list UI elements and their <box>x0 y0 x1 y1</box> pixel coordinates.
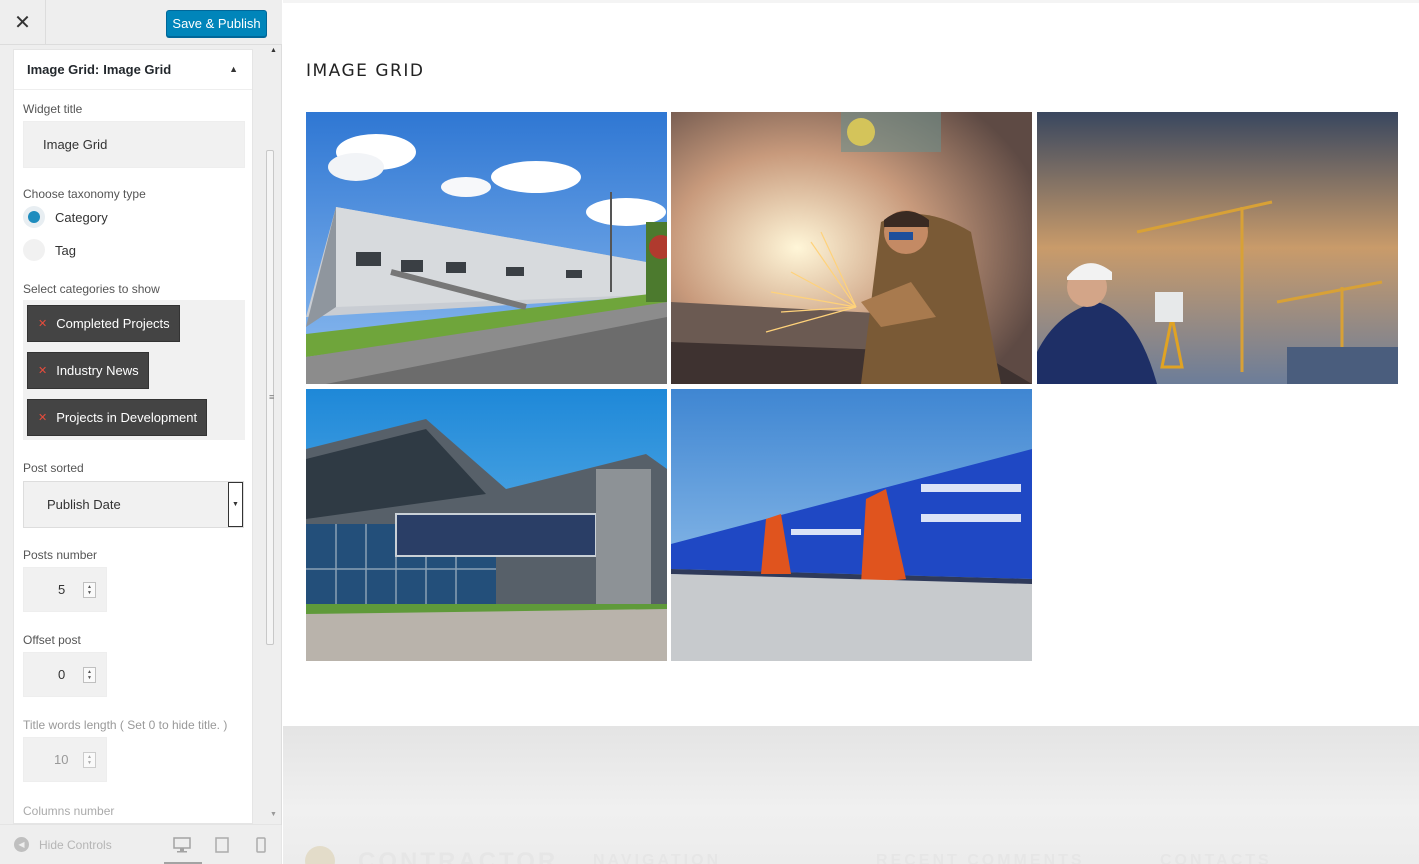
warehouse-photo[interactable] <box>306 112 667 384</box>
image-grid-heading: IMAGE GRID <box>306 61 425 81</box>
hide-controls-button[interactable]: ◀ Hide Controls <box>14 837 112 852</box>
widget-title-label: Widget title <box>23 102 83 116</box>
offset-post-stepper[interactable]: 0 ▲ ▼ <box>23 652 107 697</box>
category-chip[interactable]: ✕ Industry News <box>27 352 149 389</box>
tablet-icon[interactable] <box>212 835 232 855</box>
save-publish-button[interactable]: Save & Publish <box>166 10 267 37</box>
category-chip[interactable]: ✕ Projects in Development <box>27 399 208 436</box>
widget-type-label: Image Grid: <box>27 62 100 77</box>
posts-number-stepper[interactable]: 5 ▲ ▼ <box>23 567 107 612</box>
radio-category[interactable]: Category <box>23 206 108 228</box>
title-words-value: 10 <box>54 752 69 767</box>
categories-multiselect[interactable]: ✕ Completed Projects ✕ Industry News ✕ P… <box>23 300 245 440</box>
spinner-icon[interactable]: ▲ ▼ <box>83 667 96 683</box>
radio-tag-label: Tag <box>55 242 76 258</box>
site-footer: CONTRACTOR NAVIGATION RECENT COMMENTS CO… <box>283 726 1419 864</box>
office-building-photo[interactable] <box>306 389 667 661</box>
taxonomy-type-label: Choose taxonomy type <box>23 187 146 201</box>
resize-handle-icon[interactable]: ≡ <box>269 392 274 402</box>
category-chip-label: Projects in Development <box>56 410 198 425</box>
caret-up-icon[interactable]: ▲ <box>229 64 238 74</box>
remove-icon[interactable]: ✕ <box>38 364 47 377</box>
customizer-header: ✕ Save & Publish <box>0 0 282 45</box>
categories-label: Select categories to show <box>23 282 160 296</box>
posts-number-label: Posts number <box>23 548 98 562</box>
scroll-down-icon[interactable]: ▼ <box>270 811 277 818</box>
collapse-icon: ◀ <box>14 837 29 852</box>
category-chip-label: Completed Projects <box>56 316 170 331</box>
footer-logo-icon <box>305 846 335 864</box>
title-words-stepper[interactable]: 10 ▲ ▼ <box>23 737 107 782</box>
scroll-up-icon[interactable]: ▲ <box>270 47 277 54</box>
preview-top-edge <box>283 0 1419 3</box>
widget-title-input[interactable]: Image Grid <box>23 121 245 168</box>
welder-photo[interactable] <box>671 112 1032 384</box>
spinner-icon[interactable]: ▲ ▼ <box>83 582 96 598</box>
chevron-down-icon[interactable]: ▼ <box>228 482 243 527</box>
posts-number-value: 5 <box>58 582 66 597</box>
site-preview: IMAGE GRID CONTRACTOR NAVIGATION RECENT … <box>283 0 1419 864</box>
post-sorted-label: Post sorted <box>23 461 84 475</box>
radio-tag[interactable]: Tag <box>23 239 76 261</box>
offset-post-label: Offset post <box>23 633 81 647</box>
offset-post-value: 0 <box>58 667 66 682</box>
post-sorted-value: Publish Date <box>47 497 121 512</box>
category-chip-label: Industry News <box>56 363 139 378</box>
radio-checked-icon[interactable] <box>23 206 45 228</box>
category-chip[interactable]: ✕ Completed Projects <box>27 305 180 342</box>
footer-brand: CONTRACTOR <box>358 848 559 864</box>
footer-heading: CONTACTS <box>1160 852 1272 864</box>
widget-header[interactable]: Image Grid: Image Grid ▲ <box>14 50 252 90</box>
blue-warehouse-photo[interactable] <box>671 389 1032 661</box>
remove-icon[interactable]: ✕ <box>38 317 47 330</box>
surveyor-photo[interactable] <box>1037 112 1398 384</box>
remove-icon[interactable]: ✕ <box>38 411 47 424</box>
customizer-footer: ◀ Hide Controls <box>0 824 282 864</box>
footer-heading: NAVIGATION <box>593 852 722 864</box>
desktop-icon[interactable] <box>172 835 192 855</box>
footer-heading: RECENT COMMENTS <box>876 852 1085 864</box>
columns-number-label: Columns number <box>23 804 115 818</box>
radio-unchecked-icon[interactable] <box>23 239 45 261</box>
customizer-sidebar: ✕ Save & Publish Image Grid: Image Grid … <box>0 0 282 864</box>
radio-category-label: Category <box>55 209 108 225</box>
image-grid-widget-panel: Image Grid: Image Grid ▲ Widget title Im… <box>13 49 253 824</box>
spinner-icon[interactable]: ▲ ▼ <box>83 752 96 768</box>
mobile-icon[interactable] <box>251 835 271 855</box>
close-icon[interactable]: ✕ <box>0 0 46 45</box>
hide-controls-label: Hide Controls <box>39 837 112 852</box>
customizer-screen: ✕ Save & Publish Image Grid: Image Grid … <box>0 0 1419 864</box>
title-words-label: Title words length ( Set 0 to hide title… <box>23 718 228 732</box>
widget-header-title: Image Grid <box>103 62 172 77</box>
post-sorted-select[interactable]: Publish Date ▼ <box>23 481 244 528</box>
